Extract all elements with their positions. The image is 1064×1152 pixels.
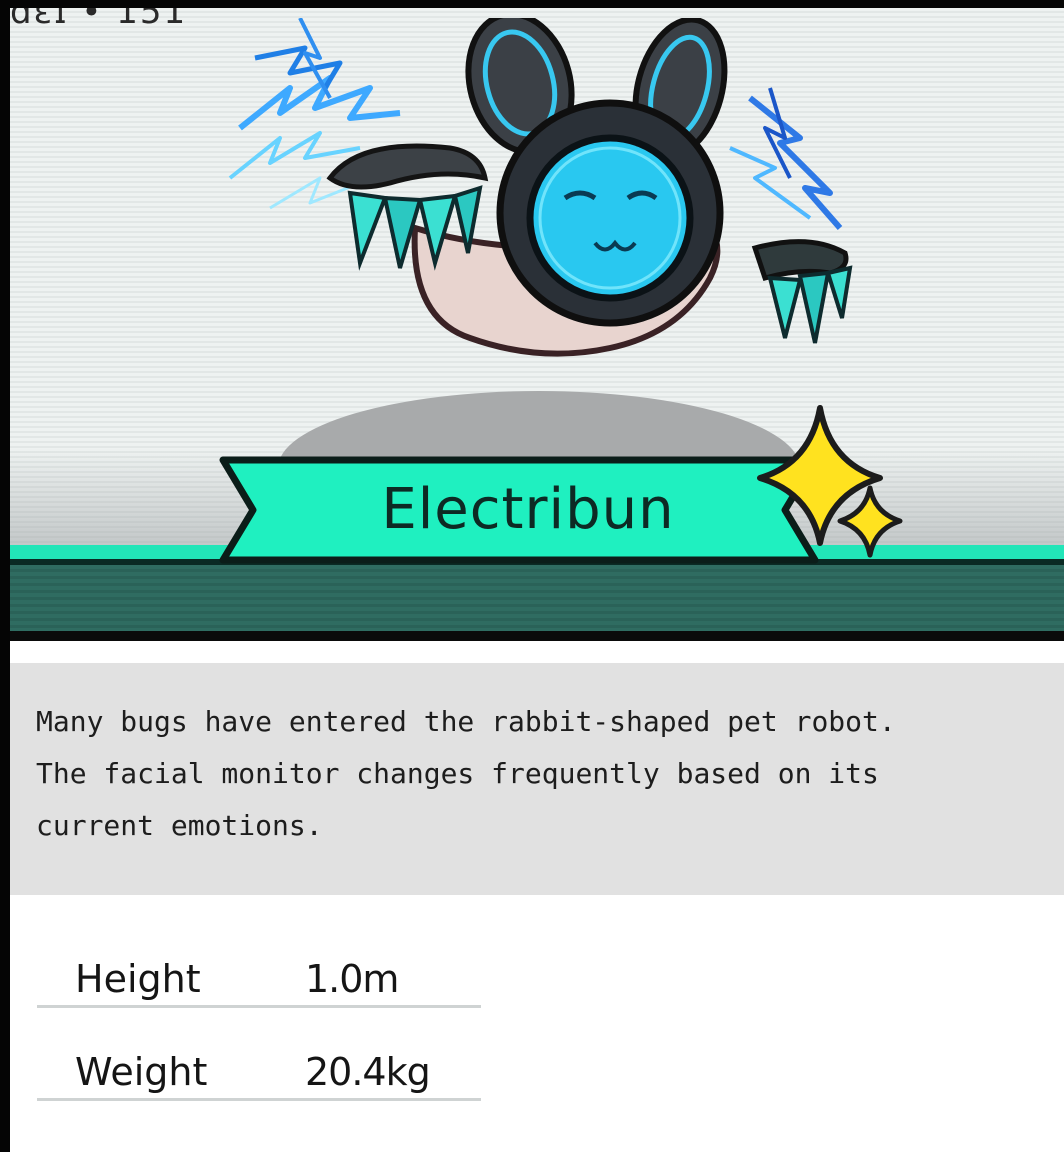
dex-number-header: ɑɛɪ • 151 <box>10 8 188 32</box>
description-line: current emotions. <box>36 809 323 842</box>
dark-band <box>10 565 1064 631</box>
sparkle-icon <box>757 405 903 558</box>
stat-row-height: Height 1.0m <box>37 941 481 1008</box>
description-panel: Many bugs have entered the rabbit-shaped… <box>10 663 1064 895</box>
stat-label: Height <box>75 957 201 1001</box>
description-line: Many bugs have entered the rabbit-shaped… <box>36 705 896 738</box>
stat-value: 1.0m <box>305 957 399 1001</box>
stat-row-weight: Weight 20.4kg <box>37 1034 481 1101</box>
electribun-illustration <box>228 18 853 357</box>
stat-label: Weight <box>75 1050 208 1094</box>
stat-value: 20.4kg <box>305 1050 431 1094</box>
band-border <box>10 631 1064 641</box>
description-line: The facial monitor changes frequently ba… <box>36 757 879 790</box>
monster-dex-screen: ɑɛɪ • 151 Electribun Many bugs have ente… <box>10 8 1064 1152</box>
monster-name: Electribun <box>381 477 675 542</box>
